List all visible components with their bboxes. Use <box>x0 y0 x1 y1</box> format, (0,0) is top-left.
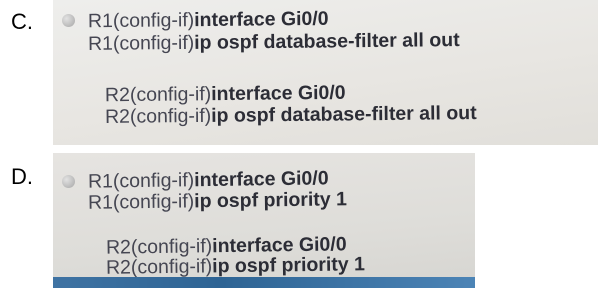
option-c-line-3: R2(config-if)interface Gi0/0 <box>104 81 346 107</box>
option-c-line-4: R2(config-if)ip ospf database-filter all… <box>104 102 477 128</box>
cli-command: interface Gi0/0 <box>194 7 329 32</box>
cli-prompt: R2(config-if) <box>104 104 212 128</box>
radio-button-icon[interactable] <box>62 175 75 188</box>
cli-command: ip ospf database-filter all out <box>211 102 477 127</box>
option-c-letter: C. <box>11 9 33 34</box>
cli-prompt: R1(config-if) <box>87 31 195 55</box>
cli-prompt: R1(config-if) <box>87 190 195 214</box>
cli-prompt: R1(config-if) <box>87 169 195 193</box>
option-d-image[interactable]: R1(config-if)interface Gi0/0 R1(config-i… <box>53 153 475 288</box>
option-c-line-2: R1(config-if)ip ospf database-filter all… <box>87 29 460 55</box>
screen-edge-strip <box>53 277 475 288</box>
cli-prompt: R2(config-if) <box>105 255 213 279</box>
option-d-line-4: R2(config-if)ip ospf priority 1 <box>105 253 366 279</box>
cli-command: interface Gi0/0 <box>194 167 329 192</box>
cli-command: ip ospf priority 1 <box>212 253 366 278</box>
cli-command: interface Gi0/0 <box>211 81 346 106</box>
option-c-line-1: R1(config-if)interface Gi0/0 <box>87 7 329 33</box>
cli-command: ip ospf priority 1 <box>194 188 348 213</box>
option-d-line-2: R1(config-if)ip ospf priority 1 <box>87 188 348 214</box>
option-c-image[interactable]: R1(config-if)interface Gi0/0 R1(config-i… <box>53 0 598 145</box>
cli-prompt: R2(config-if) <box>104 83 212 107</box>
cli-prompt: R1(config-if) <box>87 9 195 33</box>
radio-button-icon[interactable] <box>62 14 75 27</box>
option-d-letter: D. <box>11 164 33 189</box>
cli-command: ip ospf database-filter all out <box>194 29 460 54</box>
